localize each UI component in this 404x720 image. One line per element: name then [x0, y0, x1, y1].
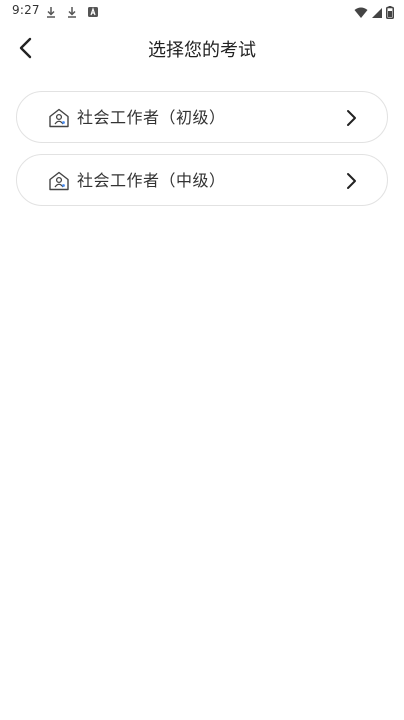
app-notification-icon	[86, 4, 100, 18]
house-person-icon	[49, 171, 69, 191]
wifi-icon	[354, 4, 368, 23]
download-icon	[44, 4, 58, 18]
exam-option-primary[interactable]: 社会工作者（初级）	[16, 91, 388, 143]
status-bar: 9:27	[0, 0, 404, 24]
exam-list: 社会工作者（初级） 社会工作者（中级）	[16, 91, 388, 217]
cellular-signal-icon	[371, 4, 383, 23]
exam-option-label: 社会工作者（中级）	[77, 171, 226, 190]
house-person-icon	[49, 108, 69, 128]
header: 选择您的考试	[0, 24, 404, 76]
status-right-icons	[354, 4, 394, 23]
status-left-icons	[44, 4, 100, 18]
page-title: 选择您的考试	[148, 40, 256, 61]
exam-option-intermediate[interactable]: 社会工作者（中级）	[16, 154, 388, 206]
download-icon	[65, 4, 79, 18]
battery-icon	[386, 4, 394, 23]
chevron-right-icon	[347, 173, 356, 189]
exam-option-label: 社会工作者（初级）	[77, 108, 226, 127]
status-time: 9:27	[12, 3, 40, 17]
chevron-right-icon	[347, 110, 356, 126]
